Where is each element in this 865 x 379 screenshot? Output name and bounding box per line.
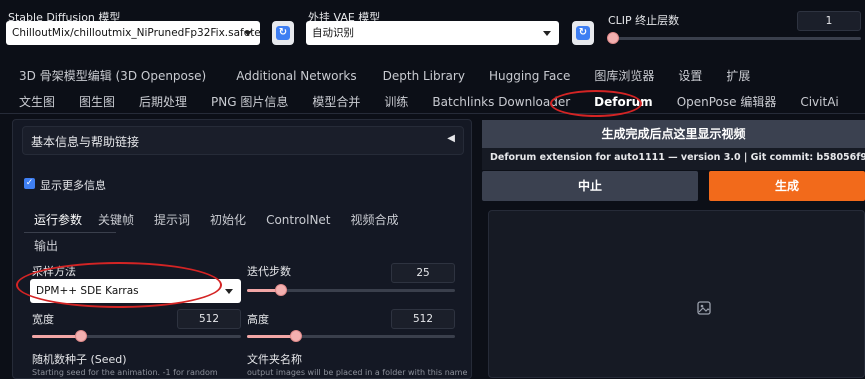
tab-txt2img[interactable]: 文生图 (19, 93, 55, 110)
sampler-select[interactable]: DPM++ SDE Karras (30, 279, 241, 303)
show-more-checkbox[interactable]: ✓ (24, 178, 35, 189)
tab-extras[interactable]: 后期处理 (139, 93, 187, 110)
tab-row-extensions: 3D 骨架模型编辑 (3D Openpose) Additional Netwo… (19, 67, 750, 84)
show-more-label: 显示更多信息 (40, 179, 106, 192)
subtab-run[interactable]: 运行参数 (24, 211, 92, 228)
width-slider[interactable] (32, 330, 241, 344)
clip-slider[interactable] (607, 32, 861, 46)
tab-img2img[interactable]: 图生图 (79, 93, 115, 110)
subtab-output[interactable]: 输出 (34, 237, 58, 254)
width-input[interactable]: 512 (177, 309, 241, 329)
slider-thumb[interactable] (75, 330, 88, 342)
width-label: 宽度 (32, 313, 54, 326)
sd-model-value: ChilloutMix/chilloutmix_NiPrunedFp32Fix.… (12, 27, 260, 39)
chevron-down-icon (543, 31, 551, 36)
slider-thumb[interactable] (289, 330, 302, 342)
tab-depth-library[interactable]: Depth Library (383, 69, 465, 83)
tab-3d-openpose[interactable]: 3D 骨架模型编辑 (3D Openpose) (19, 67, 206, 84)
tab-batchlinks[interactable]: Batchlinks Downloader (432, 95, 570, 109)
tab-row-main: 文生图 图生图 后期处理 PNG 图片信息 模型合并 训练 Batchlinks… (19, 93, 839, 110)
chevron-down-icon (225, 289, 233, 294)
folder-hint: output images will be placed in a folder… (247, 368, 468, 377)
height-input[interactable]: 512 (391, 309, 455, 329)
tab-png-info[interactable]: PNG 图片信息 (211, 93, 288, 110)
tabs-divider (0, 113, 865, 114)
slider-thumb[interactable] (275, 284, 288, 296)
subtab-init[interactable]: 初始化 (210, 211, 246, 228)
height-label: 高度 (247, 313, 269, 326)
info-bar: Deforum extension for auto1111 — version… (482, 148, 865, 170)
clip-label: CLIP 终止层数 (608, 14, 680, 27)
tab-hugging-face[interactable]: Hugging Face (489, 69, 570, 83)
collapse-arrow-icon: ◀ (447, 133, 455, 144)
chevron-down-icon (244, 31, 252, 36)
show-video-button[interactable]: 生成完成后点这里显示视频 (482, 120, 865, 148)
refresh-vae-button[interactable]: ↻ (572, 21, 594, 45)
folder-label: 文件夹名称 (247, 353, 302, 366)
sd-model-select[interactable]: ChilloutMix/chilloutmix_NiPrunedFp32Fix.… (6, 21, 260, 45)
generate-button[interactable]: 生成 (709, 171, 865, 201)
steps-input[interactable]: 25 (391, 263, 455, 283)
tab-extensions[interactable]: 扩展 (726, 67, 750, 84)
refresh-models-button[interactable]: ↻ (272, 21, 294, 45)
clip-value-input[interactable]: 1 (797, 11, 861, 31)
accordion-header[interactable]: 基本信息与帮助链接 ◀ (22, 126, 464, 155)
output-image-area (488, 210, 865, 378)
tab-additional-networks[interactable]: Additional Networks (236, 69, 356, 83)
subtab-prompts[interactable]: 提示词 (154, 211, 190, 228)
sampler-label: 采样方法 (32, 265, 76, 278)
subtab-controlnet[interactable]: ControlNet (266, 213, 330, 227)
tab-settings[interactable]: 设置 (678, 67, 702, 84)
tab-image-browser[interactable]: 图库浏览器 (594, 67, 654, 84)
subtab-row: 运行参数 关键帧 提示词 初始化 ControlNet 视频合成 (24, 211, 399, 228)
stop-button[interactable]: 中止 (482, 171, 698, 201)
accordion-title: 基本信息与帮助链接 (31, 135, 140, 149)
steps-slider[interactable] (247, 284, 455, 298)
tab-deforum[interactable]: Deforum (594, 95, 653, 109)
tab-civitai[interactable]: CivitAi (800, 95, 838, 109)
subtab-keyframes[interactable]: 关键帧 (98, 211, 134, 228)
version-info-text: Deforum extension for auto1111 — version… (490, 152, 865, 163)
tab-train[interactable]: 训练 (384, 93, 408, 110)
height-slider[interactable] (247, 330, 455, 344)
image-icon (697, 301, 711, 315)
seed-hint: Starting seed for the animation. -1 for … (32, 368, 218, 377)
active-subtab-underline (24, 232, 116, 233)
seed-label: 随机数种子 (Seed) (32, 353, 127, 366)
vae-select[interactable]: 自动识别 (306, 21, 559, 45)
steps-label: 迭代步数 (247, 265, 291, 278)
tab-merge[interactable]: 模型合并 (312, 93, 360, 110)
subtab-video[interactable]: 视频合成 (351, 211, 399, 228)
tab-openpose-editor[interactable]: OpenPose 编辑器 (677, 93, 777, 110)
refresh-icon: ↻ (276, 26, 290, 40)
slider-thumb[interactable] (607, 32, 619, 44)
sampler-value: DPM++ SDE Karras (36, 285, 139, 297)
vae-value: 自动识别 (312, 27, 354, 39)
refresh-icon: ↻ (576, 26, 590, 40)
